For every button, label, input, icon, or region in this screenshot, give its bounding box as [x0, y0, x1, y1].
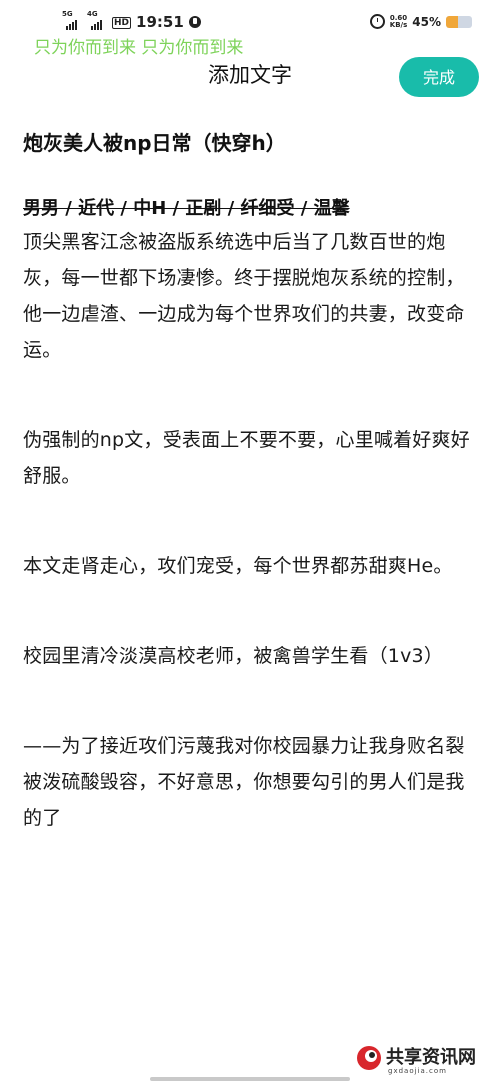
- network-speed: 0.60 KB/s: [389, 14, 408, 29]
- home-indicator[interactable]: [150, 1077, 350, 1081]
- signal-4g-label: 4G: [87, 10, 98, 18]
- article-tags: 男男 / 近代 / 中H / 正剧 / 纤细受 / 温馨: [23, 198, 350, 219]
- notification-app-icon: [188, 16, 201, 28]
- signal-5g-icon: 5G: [62, 10, 82, 30]
- status-time: 19:51: [136, 13, 184, 31]
- watermark-text: 只为你而到来 只为你而到来: [34, 38, 244, 58]
- article-title: 炮灰美人被np日常（快穿h）: [23, 131, 286, 155]
- article-paragraph: 校园里清冷淡漠高校老师，被禽兽学生看（1v3）: [23, 645, 444, 667]
- done-button[interactable]: 完成: [399, 57, 479, 97]
- hd-badge: HD: [112, 17, 132, 29]
- logo-mark-icon: [357, 1046, 381, 1070]
- signal-4g-icon: 4G: [87, 10, 107, 30]
- battery-fill: [446, 15, 458, 28]
- article-paragraph: 顶尖黑客江念被盗版系统选中后当了几数百世的炮灰，每一世都下场凄惨。终于摆脱炮灰系…: [23, 231, 465, 361]
- site-logo-text: 共享资讯网: [386, 1047, 476, 1068]
- signal-5g-label: 5G: [62, 10, 73, 18]
- site-logo: 共享资讯网 gxdaojia.com: [356, 1043, 496, 1079]
- status-bar-right: 0.60 KB/s 45%: [369, 14, 472, 29]
- status-bar: 5G 4G HD 19:51 0.60 KB/s 45%: [0, 0, 500, 36]
- article-paragraph: 伪强制的np文，受表面上不要不要，心里喊着好爽好舒服。: [23, 429, 470, 487]
- battery-icon: [446, 15, 472, 28]
- battery-percent: 45%: [412, 14, 441, 29]
- status-bar-left: 5G 4G HD 19:51: [62, 10, 201, 31]
- article-paragraph: 本文走肾走心，攻们宠受，每个世界都苏甜爽He。: [23, 555, 453, 577]
- network-speed-unit: KB/s: [389, 20, 408, 29]
- site-logo-subtext: gxdaojia.com: [388, 1067, 447, 1075]
- article-paragraph: ——为了接近攻们污蔑我对你校园暴力让我身败名裂被泼硫酸毁容，不好意思，你想要勾引…: [23, 735, 465, 829]
- alarm-icon: [369, 14, 385, 29]
- article-body[interactable]: 炮灰美人被np日常（快穿h） 男男 / 近代 / 中H / 正剧 / 纤细受 /…: [23, 128, 478, 836]
